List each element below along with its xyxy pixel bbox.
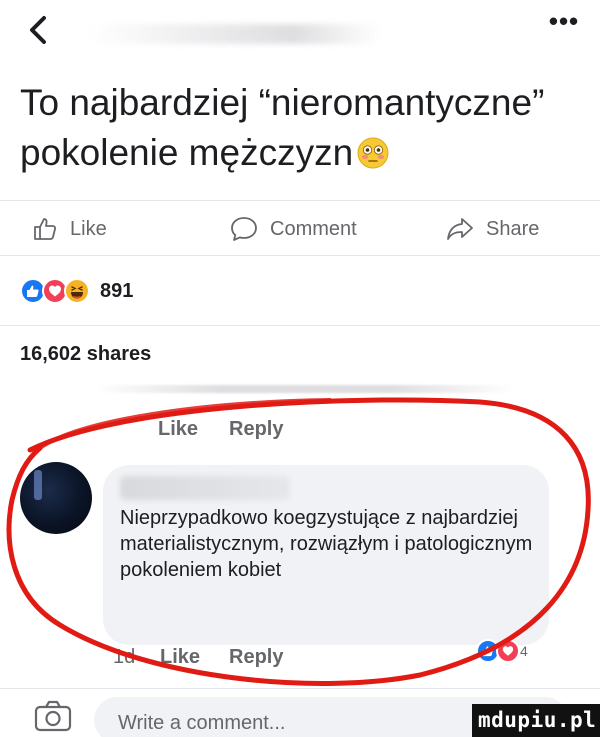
- previous-comment-bubble-edge: [95, 385, 515, 393]
- comment-like-link[interactable]: Like: [160, 646, 200, 669]
- top-bar: •••: [0, 0, 600, 62]
- share-label: Share: [486, 217, 540, 240]
- shares-count[interactable]: 16,602 shares: [20, 343, 151, 366]
- divider: [0, 325, 600, 326]
- back-arrow-icon[interactable]: [22, 10, 56, 50]
- blurred-page-title: [90, 24, 380, 44]
- comment-reply-link[interactable]: Reply: [229, 646, 283, 669]
- comment-button[interactable]: Comment: [230, 215, 357, 243]
- comment-reactions[interactable]: 4: [476, 638, 528, 664]
- post-text: To najbardziej “nieromantyczne” pokoleni…: [20, 78, 590, 178]
- haha-reaction-icon: [64, 278, 90, 304]
- like-label: Like: [70, 217, 107, 240]
- speech-bubble-icon: [231, 217, 257, 241]
- reactions-summary[interactable]: 891: [20, 276, 133, 306]
- commenter-name-blurred[interactable]: [120, 476, 290, 500]
- camera-icon[interactable]: [34, 700, 72, 732]
- share-button[interactable]: Share: [446, 215, 539, 243]
- comment-label: Comment: [270, 217, 357, 240]
- comment-timestamp: 1d: [113, 646, 136, 668]
- watermark-text: mdupiu.pl: [478, 708, 597, 732]
- like-button[interactable]: Like: [32, 215, 107, 243]
- comment-reaction-count: 4: [520, 643, 528, 659]
- flushed-face-emoji-icon: [357, 137, 389, 169]
- post-action-bar: Like Comment Share: [0, 200, 600, 256]
- commenter-avatar[interactable]: [20, 462, 92, 534]
- previous-comment-reply-link[interactable]: Reply: [229, 418, 283, 441]
- thumbs-up-icon: [34, 218, 57, 240]
- previous-comment-like-link[interactable]: Like: [158, 418, 198, 441]
- write-comment-placeholder: Write a comment...: [118, 712, 286, 734]
- reaction-count: 891: [100, 279, 134, 302]
- comment-text: Nieprzypadkowo koegzystujące z najbardzi…: [120, 507, 533, 581]
- share-arrow-icon: [447, 218, 473, 240]
- love-reaction-icon: [496, 639, 520, 663]
- more-options-icon[interactable]: •••: [546, 8, 582, 40]
- post-text-content: To najbardziej “nieromantyczne” pokoleni…: [20, 82, 545, 173]
